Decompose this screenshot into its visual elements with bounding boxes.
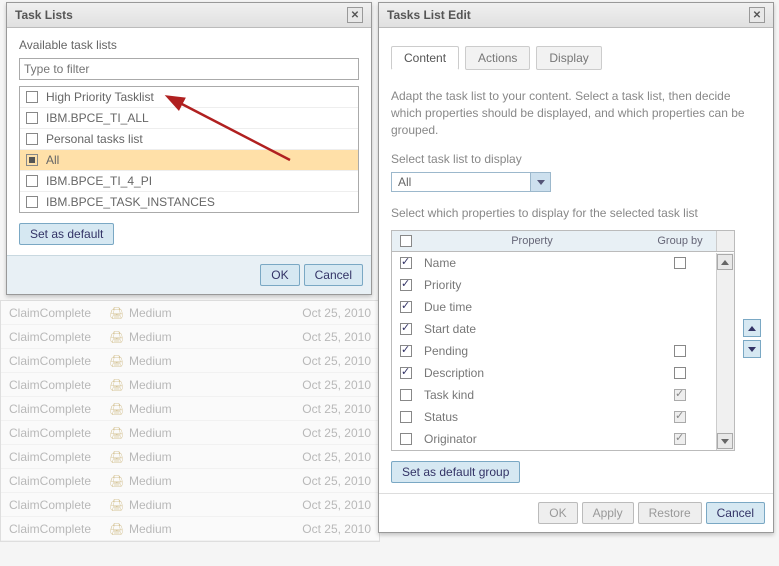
- display-checkbox[interactable]: [400, 345, 412, 357]
- dialog-title-bar[interactable]: Tasks List Edit ✕: [379, 3, 773, 28]
- display-checkbox[interactable]: [400, 323, 412, 335]
- display-checkbox[interactable]: [400, 367, 412, 379]
- background-task-table: ClaimComplete🖨MediumOct 25, 2010ClaimCom…: [0, 300, 380, 542]
- cancel-button[interactable]: Cancel: [304, 264, 363, 286]
- set-as-default-group-button[interactable]: Set as default group: [391, 461, 520, 483]
- property-name: Pending: [420, 344, 644, 358]
- display-checkbox[interactable]: [400, 301, 412, 313]
- table-row: ClaimComplete🖨MediumOct 25, 2010: [1, 469, 379, 493]
- property-name: Originator: [420, 432, 644, 446]
- list-item[interactable]: IBM.BPCE_TI_4_PI: [20, 171, 358, 192]
- table-row: Originator: [392, 428, 734, 450]
- scroll-down-icon[interactable]: [717, 433, 733, 449]
- table-row: ClaimComplete🖨MediumOct 25, 2010: [1, 325, 379, 349]
- table-row: Pending: [392, 340, 734, 362]
- display-checkbox[interactable]: [400, 257, 412, 269]
- groupby-checkbox: [674, 389, 686, 401]
- table-row: Start date: [392, 318, 734, 340]
- property-name: Start date: [420, 322, 644, 336]
- list-item[interactable]: IBM.BPCE_TASK_INSTANCES: [20, 192, 358, 212]
- table-row: Priority: [392, 274, 734, 296]
- filter-input[interactable]: [19, 58, 359, 80]
- checkbox[interactable]: [26, 196, 38, 208]
- list-item[interactable]: Personal tasks list: [20, 129, 358, 150]
- checkbox[interactable]: [26, 154, 38, 166]
- close-icon[interactable]: ✕: [749, 7, 765, 23]
- help-text: Adapt the task list to your content. Sel…: [391, 88, 761, 138]
- list-item-label: All: [46, 153, 59, 167]
- move-up-button[interactable]: [743, 319, 761, 337]
- scroll-up-icon[interactable]: [717, 254, 733, 270]
- table-row: Status: [392, 406, 734, 428]
- table-row: ClaimComplete🖨MediumOct 25, 2010: [1, 301, 379, 325]
- available-task-lists-label: Available task lists: [19, 38, 359, 52]
- tab-actions[interactable]: Actions: [465, 46, 530, 70]
- close-icon[interactable]: ✕: [347, 7, 363, 23]
- restore-button[interactable]: Restore: [638, 502, 702, 524]
- task-lists-dialog: Task Lists ✕ Available task lists High P…: [6, 2, 372, 295]
- list-item-label: IBM.BPCE_TASK_INSTANCES: [46, 195, 215, 209]
- ok-button[interactable]: OK: [260, 264, 299, 286]
- properties-label: Select which properties to display for t…: [391, 206, 761, 220]
- apply-button[interactable]: Apply: [582, 502, 634, 524]
- list-item-label: High Priority Tasklist: [46, 90, 154, 104]
- property-name: Name: [420, 256, 644, 270]
- properties-table: Property Group by Name Priority Due time St…: [391, 230, 735, 451]
- table-row: Name: [392, 252, 734, 274]
- list-item-label: IBM.BPCE_TI_ALL: [46, 111, 149, 125]
- checkbox[interactable]: [26, 133, 38, 145]
- checkbox[interactable]: [26, 112, 38, 124]
- groupby-column-header: Group by: [644, 231, 716, 251]
- property-name: Task kind: [420, 388, 644, 402]
- groupby-checkbox[interactable]: [674, 367, 686, 379]
- dialog-title: Task Lists: [15, 8, 73, 22]
- chevron-down-icon[interactable]: [530, 173, 550, 191]
- list-item[interactable]: IBM.BPCE_TI_ALL: [20, 108, 358, 129]
- display-checkbox[interactable]: [400, 433, 412, 445]
- table-row: ClaimComplete🖨MediumOct 25, 2010: [1, 445, 379, 469]
- groupby-checkbox[interactable]: [674, 345, 686, 357]
- cancel-button[interactable]: Cancel: [706, 502, 765, 524]
- display-checkbox[interactable]: [400, 279, 412, 291]
- checkbox[interactable]: [26, 91, 38, 103]
- move-down-button[interactable]: [743, 340, 761, 358]
- task-list-listbox: High Priority Tasklist IBM.BPCE_TI_ALL Per…: [19, 86, 359, 213]
- table-row: ClaimComplete🖨MediumOct 25, 2010: [1, 373, 379, 397]
- display-checkbox[interactable]: [400, 411, 412, 423]
- list-item-label: Personal tasks list: [46, 132, 143, 146]
- list-item[interactable]: High Priority Tasklist: [20, 87, 358, 108]
- property-column-header: Property: [420, 231, 644, 251]
- groupby-checkbox: [674, 411, 686, 423]
- table-row: ClaimComplete🖨MediumOct 25, 2010: [1, 349, 379, 373]
- table-row: ClaimComplete🖨MediumOct 25, 2010: [1, 517, 379, 541]
- dialog-title: Tasks List Edit: [387, 8, 471, 22]
- property-name: Status: [420, 410, 644, 424]
- set-as-default-button[interactable]: Set as default: [19, 223, 114, 245]
- property-name: Description: [420, 366, 644, 380]
- property-name: Due time: [420, 300, 644, 314]
- task-list-select[interactable]: All: [391, 172, 551, 192]
- tab-display[interactable]: Display: [536, 46, 601, 70]
- property-name: Priority: [420, 278, 644, 292]
- groupby-checkbox[interactable]: [674, 257, 686, 269]
- table-row: Due time: [392, 296, 734, 318]
- scrollbar[interactable]: [716, 253, 734, 450]
- groupby-checkbox: [674, 433, 686, 445]
- select-task-list-label: Select task list to display: [391, 152, 761, 166]
- select-value: All: [392, 173, 530, 191]
- checkbox[interactable]: [26, 175, 38, 187]
- table-row: ClaimComplete🖨MediumOct 25, 2010: [1, 493, 379, 517]
- list-item[interactable]: All: [20, 150, 358, 171]
- tab-content[interactable]: Content: [391, 46, 459, 70]
- ok-button[interactable]: OK: [538, 502, 577, 524]
- list-item-label: IBM.BPCE_TI_4_PI: [46, 174, 152, 188]
- table-row: Task kind: [392, 384, 734, 406]
- select-all-checkbox[interactable]: [400, 235, 412, 247]
- dialog-title-bar[interactable]: Task Lists ✕: [7, 3, 371, 28]
- table-row: ClaimComplete🖨MediumOct 25, 2010: [1, 421, 379, 445]
- display-checkbox[interactable]: [400, 389, 412, 401]
- tasks-list-edit-dialog: Tasks List Edit ✕ ContentActionsDisplay …: [378, 2, 774, 533]
- table-row: Description: [392, 362, 734, 384]
- table-row: ClaimComplete🖨MediumOct 25, 2010: [1, 397, 379, 421]
